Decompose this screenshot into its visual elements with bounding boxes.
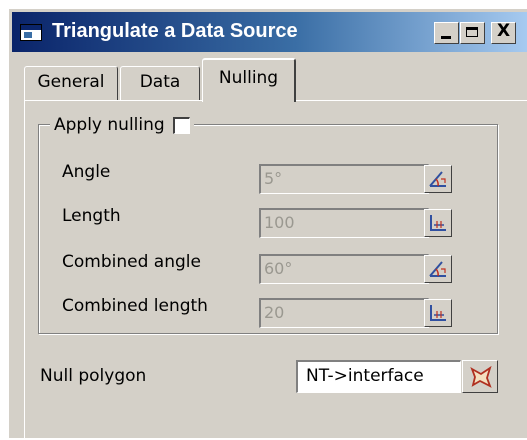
close-button[interactable]: X <box>491 21 516 44</box>
app-window-icon <box>20 24 42 41</box>
group-legend: Apply nulling <box>50 113 194 137</box>
tab-label: General <box>37 72 105 92</box>
tab-nulling[interactable]: Nulling <box>202 58 296 102</box>
angle-pick-button[interactable] <box>424 165 452 193</box>
angle-label: Angle <box>62 162 111 182</box>
angle-field[interactable]: 5° <box>259 164 429 194</box>
apply-nulling-checkbox[interactable] <box>172 116 190 134</box>
length-pick-icon <box>430 305 446 321</box>
title-bar[interactable]: Triangulate a Data Source X <box>12 12 527 52</box>
length-field[interactable]: 100 <box>259 208 429 238</box>
tab-data[interactable]: Data <box>120 66 200 100</box>
tab-label: Nulling <box>218 68 279 88</box>
maximize-icon[interactable] <box>460 22 485 44</box>
polygon-pick-icon <box>470 365 492 388</box>
length-label: Length <box>62 206 121 226</box>
angle-pick-icon <box>429 171 446 187</box>
window-title: Triangulate a Data Source <box>52 20 298 42</box>
null-polygon-field[interactable]: NT->interface <box>296 360 461 393</box>
null-polygon-label: Null polygon <box>40 366 147 386</box>
length-pick-icon <box>430 215 446 231</box>
close-icon: X <box>496 21 511 41</box>
combined-angle-label: Combined angle <box>62 252 201 272</box>
apply-nulling-label: Apply nulling <box>54 115 165 135</box>
minimize-icon[interactable] <box>434 22 459 44</box>
angle-pick-icon <box>429 261 446 277</box>
combined-angle-field[interactable]: 60° <box>259 254 429 284</box>
combined-angle-pick-button[interactable] <box>424 255 452 283</box>
tab-general[interactable]: General <box>24 66 118 100</box>
tab-label: Data <box>139 72 181 92</box>
combined-length-label: Combined length <box>62 296 208 316</box>
null-polygon-pick-button[interactable] <box>462 360 498 393</box>
length-pick-button[interactable] <box>424 209 452 237</box>
combined-length-pick-button[interactable] <box>424 299 452 327</box>
combined-length-field[interactable]: 20 <box>259 298 429 328</box>
